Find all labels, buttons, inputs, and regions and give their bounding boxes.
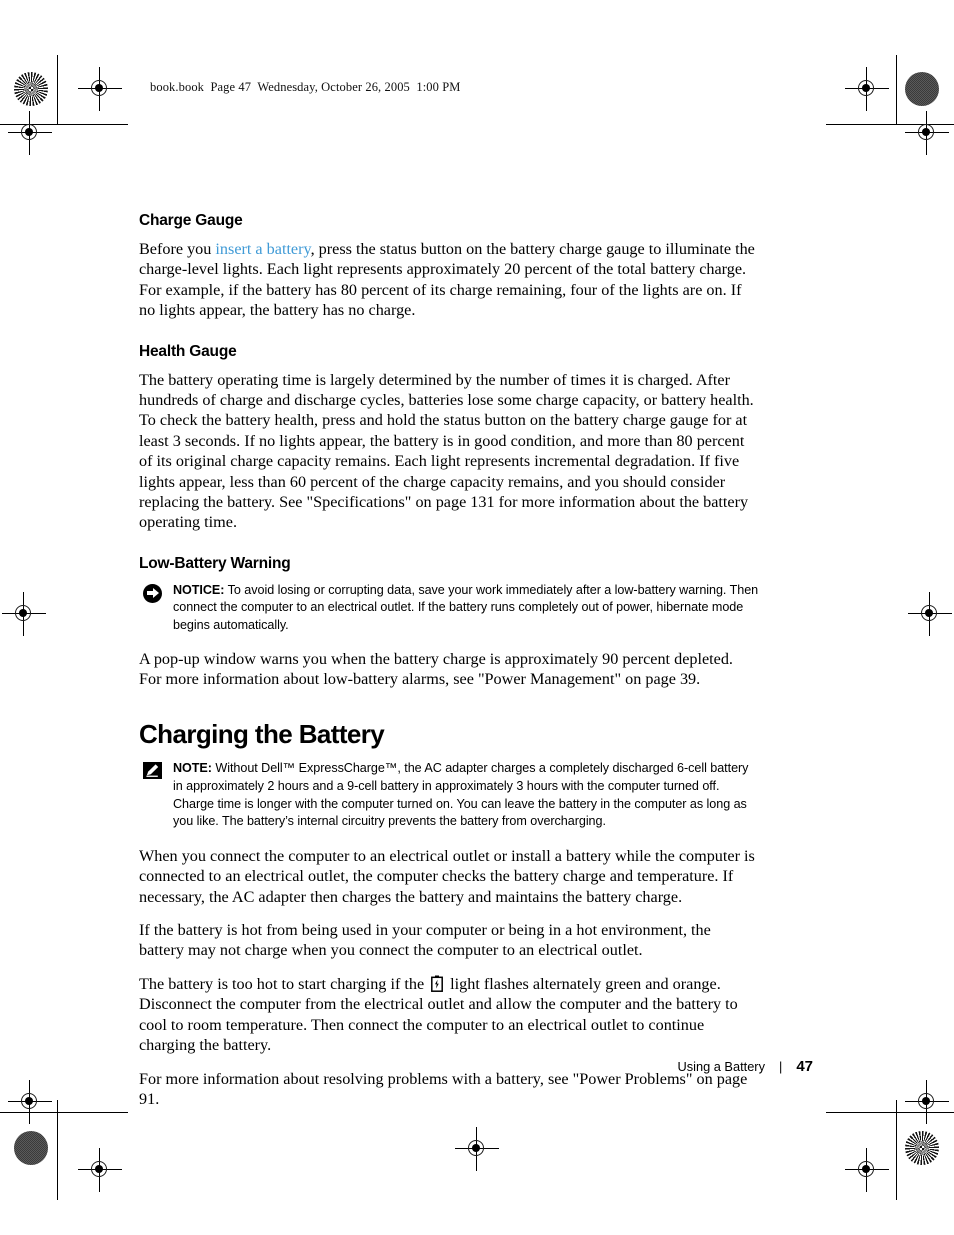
pencil-glyph-svg: [146, 764, 159, 778]
paragraph-charge-gauge: Before you insert a battery, press the s…: [139, 239, 759, 321]
notice-text: NOTICE: To avoid losing or corrupting da…: [173, 582, 759, 635]
registration-mark-mid-left: [2, 592, 46, 636]
trim-line-top-left: [0, 124, 128, 125]
page-content: Charge Gauge Before you insert a battery…: [139, 212, 759, 1122]
note-label: NOTE:: [173, 761, 212, 776]
paragraph-health-gauge: The battery operating time is largely de…: [139, 370, 754, 532]
paragraph-charging-3: The battery is too hot to start charging…: [139, 974, 759, 1056]
link-insert-a-battery[interactable]: insert a battery: [215, 240, 310, 258]
notice-label: NOTICE:: [173, 582, 225, 597]
trim-line-top-right: [826, 124, 954, 125]
battery-bolt-svg: [431, 975, 444, 992]
note-pencil-icon: [143, 762, 163, 780]
registration-mark-top-left-outer: [78, 67, 122, 111]
registration-mark-mid-right: [908, 592, 952, 636]
paragraph-charging-2: If the battery is hot from being used in…: [139, 921, 711, 960]
footer-page-number: 47: [796, 1058, 813, 1075]
halftone-patch-bottom-left: [14, 1131, 48, 1165]
footer-separator: |: [778, 1059, 783, 1074]
registration-mark-top-right-outer: [845, 67, 889, 111]
registration-mark-bottom-left-inner: [8, 1080, 52, 1124]
battery-charge-indicator-icon: [431, 975, 444, 992]
registration-mark-bottom-left-outer: [78, 1148, 122, 1192]
registration-mark-bottom-right-inner: [905, 1080, 949, 1124]
trim-line-left-top: [57, 55, 58, 125]
footer-section-name: Using a Battery: [677, 1059, 765, 1074]
note-text: NOTE: Without Dell™ ExpressCharge™, the …: [173, 760, 759, 830]
heading-health-gauge: Health Gauge: [139, 342, 237, 360]
registration-mark-bottom-right-outer: [845, 1148, 889, 1192]
paragraph-low-battery: A pop-up window warns you when the batte…: [139, 649, 733, 689]
charge-gauge-text-lead: Before you: [139, 240, 216, 258]
heading-charging-the-battery: Charging the Battery: [139, 719, 385, 750]
trim-line-right-top: [896, 55, 897, 125]
charging-3-lead: The battery is too hot to start charging…: [139, 974, 425, 993]
registration-mark-bottom-center: [455, 1127, 499, 1171]
registration-mark-top-right-inner: [905, 111, 949, 155]
registration-mark-top-left-inner: [8, 111, 52, 155]
trim-line-bottom-right: [826, 1112, 954, 1113]
trim-line-bottom-left: [0, 1112, 128, 1113]
notice-block: NOTICE: To avoid losing or corrupting da…: [142, 582, 759, 635]
trim-line-right-bottom: [896, 1100, 897, 1200]
paragraph-charging-1: When you connect the computer to an elec…: [139, 846, 755, 906]
note-block: NOTE: Without Dell™ ExpressCharge™, the …: [142, 760, 759, 830]
notice-body: To avoid losing or corrupting data, save…: [173, 582, 759, 633]
halftone-patch-top-left: [14, 72, 48, 106]
halftone-patch-top-right: [905, 72, 939, 106]
halftone-patch-bottom-right: [905, 1131, 939, 1165]
page-footer: Using a Battery | 47: [139, 1058, 813, 1075]
page-slug: book.book Page 47 Wednesday, October 26,…: [150, 80, 461, 94]
heading-low-battery-warning: Low-Battery Warning: [139, 554, 291, 572]
trim-line-left-bottom: [57, 1100, 58, 1200]
note-body: Without Dell™ ExpressCharge™, the AC ada…: [173, 761, 749, 829]
heading-charge-gauge: Charge Gauge: [139, 212, 243, 229]
notice-arrow-circle-icon: [143, 583, 163, 603]
